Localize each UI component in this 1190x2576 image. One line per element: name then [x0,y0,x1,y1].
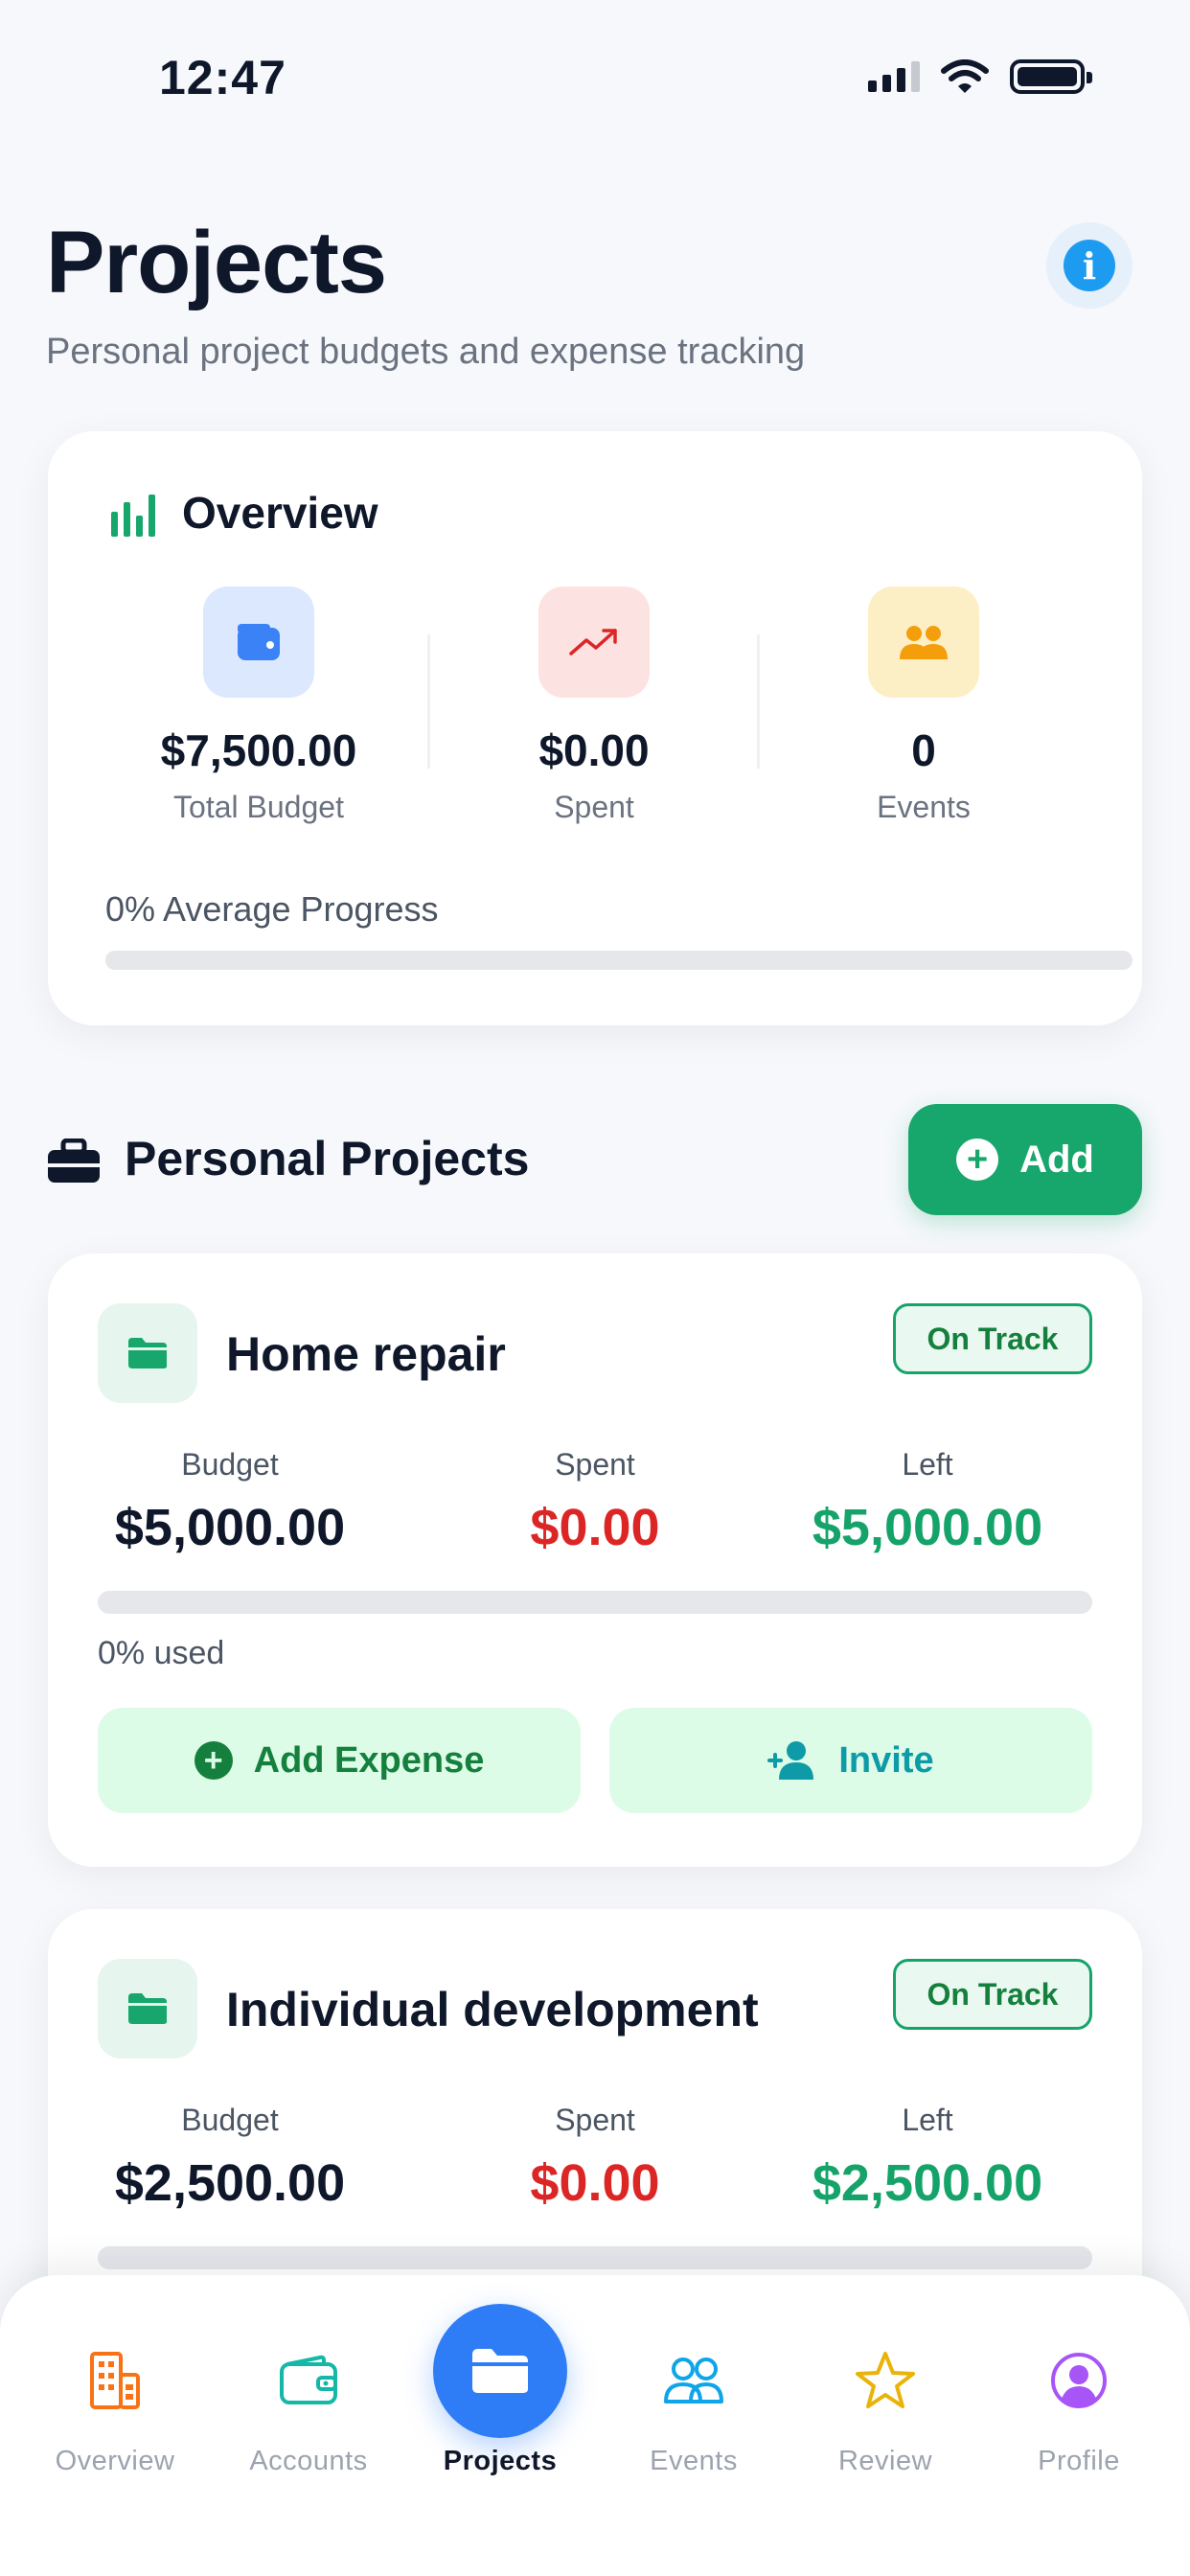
stat-label: Spent [554,790,634,824]
average-progress-label: 0% Average Progress [105,889,439,929]
spent-column: Spent $0.00 [413,2103,777,2213]
stat-divider [757,634,760,769]
status-badge: On Track [893,1959,1092,2030]
add-project-button[interactable]: + Add [908,1104,1142,1215]
left-amount: $5,000.00 [812,1499,1043,1556]
nav-item-accounts[interactable]: Accounts [222,2344,395,2477]
nav-label: Projects [443,2446,558,2476]
stat-value: 0 [911,725,936,775]
left-label: Left [902,2103,953,2137]
overview-card: Overview $7,500.00 Total Budget $0.00 Sp… [48,431,1142,1025]
folder-icon [98,1303,197,1403]
stat-total-budget: $7,500.00 Total Budget [96,586,422,825]
page-subtitle: Personal project budgets and expense tra… [46,332,806,372]
invite-button[interactable]: Invite [609,1708,1092,1813]
budget-column: Budget $2,500.00 [48,2103,412,2213]
nav-item-overview[interactable]: Overview [29,2344,201,2477]
stat-spent: $0.00 Spent [431,586,757,825]
plus-circle-icon: + [194,1741,233,1780]
cellular-signal-icon [868,61,920,92]
spent-label: Spent [555,1447,635,1482]
left-label: Left [902,1447,953,1482]
budget-amount: $5,000.00 [114,1499,346,1556]
nav-label: Review [837,2446,933,2476]
briefcase-icon [48,1138,100,1183]
bar-chart-icon [111,494,155,537]
project-name: Home repair [226,1327,506,1381]
status-time: 12:47 [159,51,286,104]
stat-value: $7,500.00 [160,725,357,775]
status-icons [868,59,1092,94]
spent-amount: $0.00 [530,2154,660,2212]
budget-label: Budget [181,1447,279,1482]
add-expense-button[interactable]: + Add Expense [98,1708,581,1813]
nav-label: Events [650,2446,738,2476]
wallet-icon [203,586,314,698]
invite-label: Invite [838,1739,934,1781]
status-badge: On Track [893,1303,1092,1374]
average-progress-bar [105,951,1133,970]
stat-label: Total Budget [173,790,344,824]
stat-value: $0.00 [538,725,650,775]
battery-icon [1010,59,1092,94]
budget-usage-bar [98,2246,1092,2269]
info-button[interactable]: i [1046,222,1133,309]
star-icon [799,2344,972,2417]
nav-item-profile[interactable]: Profile [993,2344,1165,2477]
status-bar: 12:47 [0,0,1190,144]
add-expense-label: Add Expense [253,1739,485,1781]
users-icon [607,2344,780,2417]
nav-item-review[interactable]: Review [799,2344,972,2477]
info-icon: i [1064,240,1115,291]
budget-usage-bar [98,1591,1092,1614]
plus-icon: + [956,1138,999,1181]
building-icon [29,2344,201,2417]
trending-up-icon [538,586,650,698]
budget-amount: $2,500.00 [114,2154,346,2212]
nav-item-events[interactable]: Events [607,2344,780,2477]
overview-title: Overview [182,488,378,538]
wallet-icon [222,2344,395,2417]
project-name: Individual development [226,1983,759,2036]
nav-label: Profile [1038,2446,1120,2476]
stat-divider [427,634,430,769]
spent-label: Spent [555,2103,635,2137]
stat-events: 0 Events [761,586,1087,825]
nav-item-projects[interactable]: Projects [414,2344,586,2477]
left-amount: $2,500.00 [812,2154,1043,2212]
folder-icon [98,1959,197,2058]
left-column: Left $2,500.00 [745,2103,1110,2213]
section-title: Personal Projects [125,1132,530,1185]
spent-amount: $0.00 [530,1499,660,1556]
nav-label: Accounts [249,2446,368,2476]
profile-icon [993,2344,1165,2417]
left-column: Left $5,000.00 [745,1447,1110,1557]
users-icon [868,586,979,698]
page-title: Projects [46,214,387,311]
spent-column: Spent $0.00 [413,1447,777,1557]
project-card[interactable]: Home repair On Track Budget $5,000.00 Sp… [48,1254,1142,1867]
used-label: 0% used [98,1635,225,1671]
add-user-icon [767,1741,814,1780]
nav-label: Overview [55,2446,175,2476]
stat-label: Events [877,790,971,824]
add-button-label: Add [1019,1138,1094,1181]
wifi-icon [941,59,989,93]
budget-label: Budget [181,2103,279,2137]
budget-column: Budget $5,000.00 [48,1447,412,1557]
bottom-nav: Overview Accounts Projects Events Review… [0,2275,1190,2576]
